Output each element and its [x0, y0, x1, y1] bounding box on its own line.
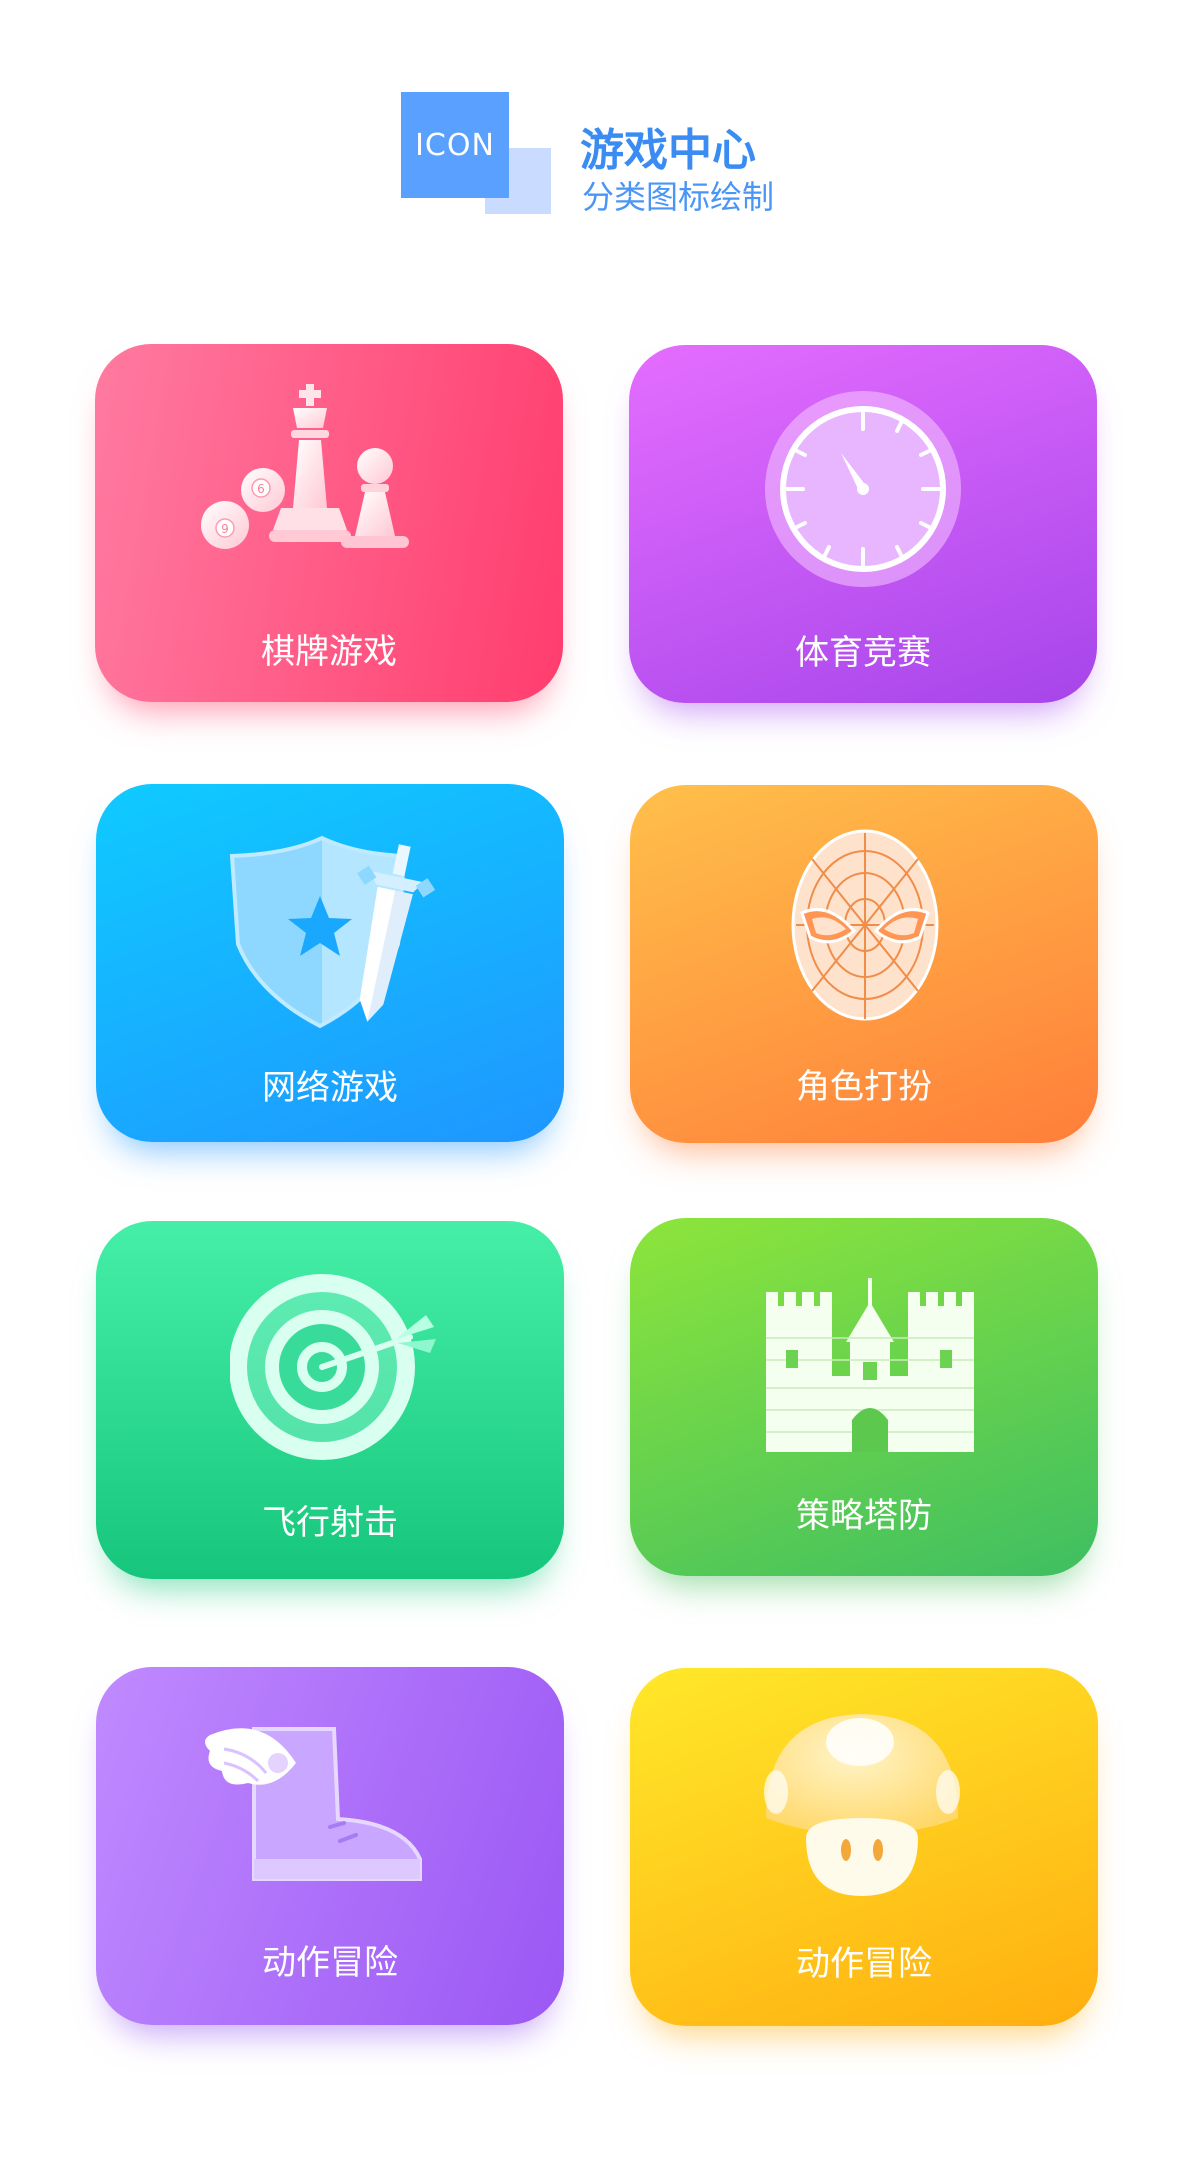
card-label: 策略塔防: [796, 1496, 932, 1536]
page-title: 游戏中心: [580, 125, 756, 176]
target-arrow-icon: [230, 1274, 436, 1460]
card-label: 动作冒险: [262, 1943, 398, 1983]
castle-icon: [766, 1278, 974, 1452]
card-label: 动作冒险: [796, 1944, 932, 1984]
stopwatch-icon: [765, 391, 961, 587]
card-role-play[interactable]: 角色打扮: [630, 785, 1098, 1143]
winged-boot-icon: [205, 1727, 422, 1881]
card-label: 网络游戏: [262, 1068, 398, 1108]
card-chess[interactable]: 6 9 棋牌游戏: [95, 344, 563, 702]
card-flight-shooting[interactable]: 飞行射击: [96, 1221, 564, 1579]
card-action-adventure-1[interactable]: 动作冒险: [96, 1667, 564, 2025]
ball-number-b: 9: [221, 522, 229, 536]
card-action-adventure-2[interactable]: 动作冒险: [630, 1668, 1098, 2026]
shield-sword-icon: [229, 835, 436, 1029]
logo-text: ICON: [415, 127, 495, 163]
card-label: 飞行射击: [262, 1503, 398, 1543]
ball-number-a: 6: [257, 482, 265, 496]
spiderman-mask-icon: [791, 829, 939, 1021]
card-label: 体育竞赛: [795, 633, 931, 673]
chess-icon: 6 9: [201, 384, 409, 549]
card-online-games[interactable]: 网络游戏: [96, 784, 564, 1142]
mushroom-icon: [764, 1714, 960, 1896]
card-label: 棋牌游戏: [261, 632, 397, 672]
card-label: 角色打扮: [796, 1067, 932, 1107]
page-subtitle: 分类图标绘制: [582, 178, 775, 216]
card-sports[interactable]: 体育竞赛: [629, 345, 1097, 703]
card-strategy-td[interactable]: 策略塔防: [630, 1218, 1098, 1576]
logo-badge: ICON: [401, 92, 509, 198]
